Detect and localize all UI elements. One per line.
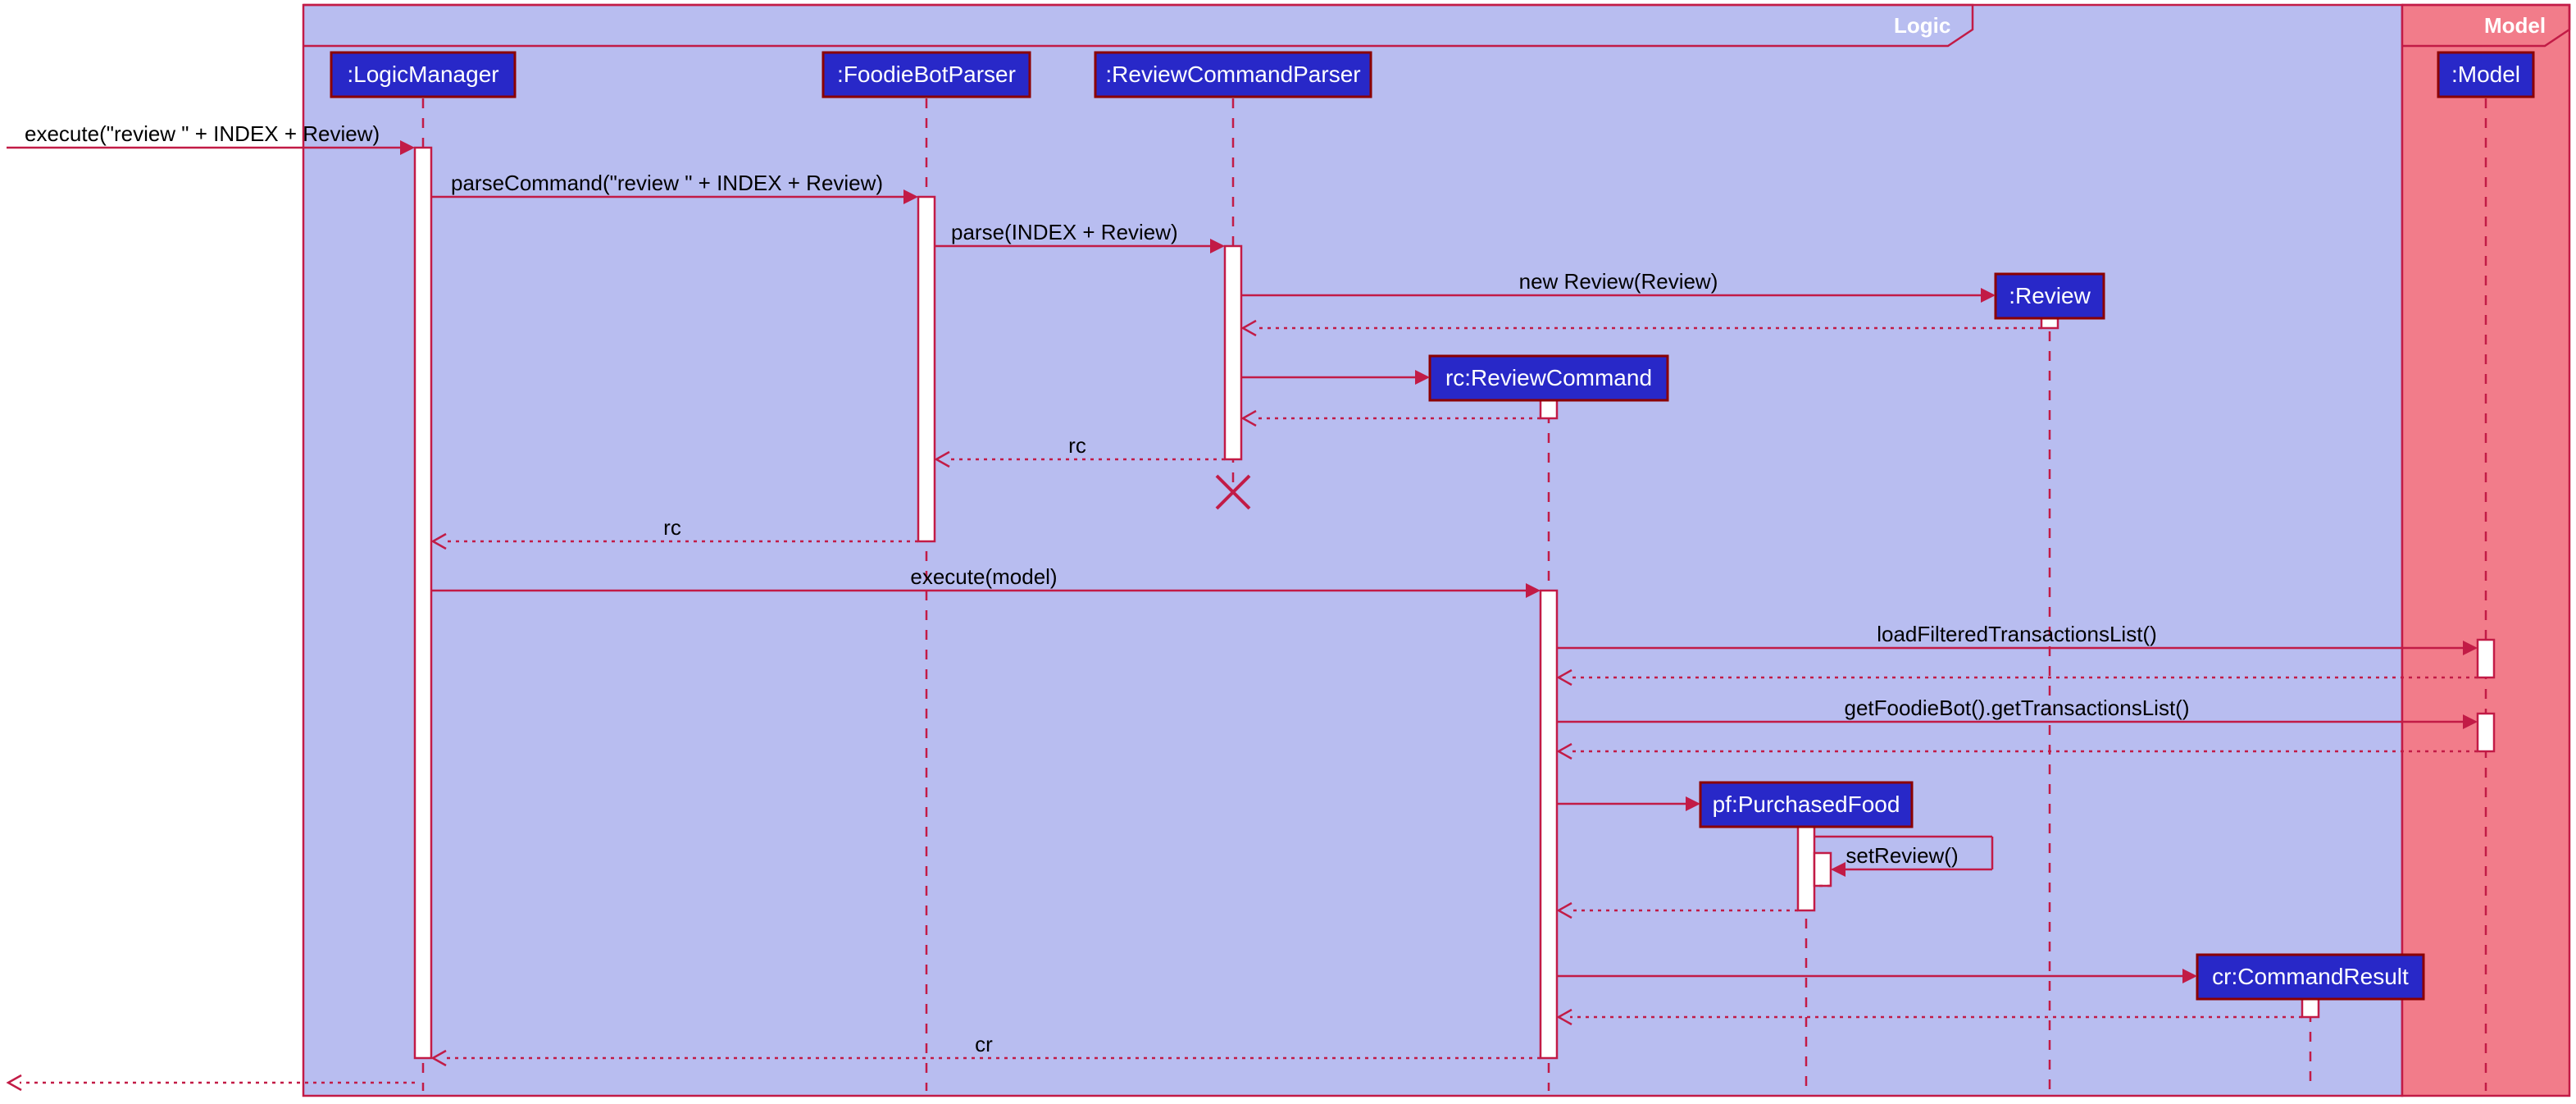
activation-model-1 (2478, 640, 2494, 677)
participant-model-label: :Model (2451, 62, 2520, 87)
activation-model-2 (2478, 714, 2494, 751)
msg-gettransactions-label: getFoodieBot().getTransactionsList() (1844, 696, 2189, 720)
msg-parsecommand-label: parseCommand("review " + INDEX + Review) (451, 171, 883, 195)
activation-reviewcommand-2 (1541, 591, 1557, 1058)
activation-reviewcommandparser (1225, 246, 1241, 459)
participant-reviewcommandparser-label: :ReviewCommandParser (1105, 62, 1360, 87)
msg-setreview-label: setReview() (1846, 843, 1958, 868)
msg-loadfiltered-label: loadFilteredTransactionsList() (1877, 622, 2157, 646)
msg-execute-model-label: execute(model) (910, 564, 1057, 589)
return-rc1-label: rc (1068, 433, 1086, 458)
participant-logicmanager-label: :LogicManager (347, 62, 498, 87)
frame-model-label: Model (2484, 13, 2546, 38)
frame-logic-label: Logic (1894, 13, 1950, 38)
participant-review-label: :Review (2009, 283, 2091, 308)
msg-new-review-label: new Review(Review) (1519, 269, 1718, 294)
msg-execute-in-label: execute("review " + INDEX + Review) (25, 121, 380, 146)
participant-commandresult-label: cr:CommandResult (2212, 964, 2409, 989)
activation-logicmanager (415, 148, 431, 1058)
msg-parse-label: parse(INDEX + Review) (951, 220, 1178, 244)
participant-reviewcommand-label: rc:ReviewCommand (1445, 365, 1652, 390)
participant-foodiebotparser-label: :FoodieBotParser (837, 62, 1016, 87)
activation-foodiebotparser (918, 197, 935, 541)
return-cr-to-lm-label: cr (975, 1032, 993, 1056)
return-rc2-label: rc (663, 515, 681, 540)
participant-purchasedfood-label: pf:PurchasedFood (1713, 792, 1900, 817)
activation-purchasedfood-self (1814, 853, 1831, 886)
return-external-arrow (8, 1075, 21, 1090)
frame-logic (303, 5, 2402, 1096)
